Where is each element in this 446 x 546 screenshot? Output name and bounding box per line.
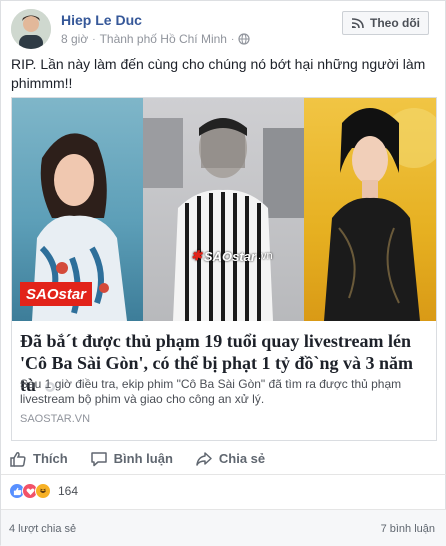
like-button[interactable]: Thích: [9, 450, 68, 468]
image-panel-middle: ✱ SAOstar .vn: [143, 98, 304, 321]
saostar-logo-middle: ✱ SAOstar .vn: [191, 246, 273, 266]
post-location[interactable]: Thành phố Hồ Chí Minh: [100, 32, 227, 46]
follow-label: Theo dõi: [370, 16, 420, 30]
comment-label: Bình luận: [113, 451, 173, 466]
share-icon: [196, 451, 212, 466]
reactions-summary[interactable]: 164: [9, 483, 78, 499]
star-icon: ✱: [191, 248, 202, 263]
follow-button[interactable]: Theo dõi: [342, 11, 429, 35]
image-panel-left: SAOstar: [12, 98, 143, 321]
author-avatar[interactable]: [11, 9, 51, 49]
globe-icon: [238, 33, 250, 45]
link-domain: SAOSTAR.VN: [20, 413, 91, 425]
comment-icon: [90, 451, 107, 466]
link-image[interactable]: SAOstar ✱ SAOstar .vn: [12, 98, 436, 321]
link-description: Sau 1 giờ điều tra, ekip phim "Cô Ba Sài…: [20, 377, 402, 406]
saostar-logo-left: SAOstar: [20, 282, 93, 306]
post-text: RIP. Lần này làm đến cùng cho chúng nó b…: [11, 56, 426, 91]
like-label: Thích: [33, 451, 68, 466]
post-meta: 8 giờ · Thành phố Hồ Chí Minh ·: [61, 32, 250, 46]
meta-separator: ·: [92, 33, 96, 45]
post-time[interactable]: 8 giờ: [61, 32, 88, 46]
share-button[interactable]: Chia sẻ: [195, 450, 265, 468]
link-preview[interactable]: SAOstar ✱ SAOstar .vn Đã bắ´t được thủ p…: [11, 97, 437, 441]
comment-count[interactable]: 7 bình luận: [381, 523, 435, 535]
author-name[interactable]: Hiep Le Duc: [61, 12, 142, 28]
comment-button[interactable]: Bình luận: [90, 450, 173, 468]
action-bar: Thích Bình luận Chia sẻ: [1, 443, 446, 475]
post-footer: 4 lượt chia sẻ 7 bình luận: [1, 509, 446, 546]
share-label: Chia sẻ: [218, 451, 266, 466]
image-panel-right: [304, 98, 436, 321]
rss-icon: [351, 18, 364, 29]
haha-icon: [35, 483, 51, 499]
thumbs-up-icon: [10, 451, 26, 467]
post-card: Hiep Le Duc 8 giờ · Thành phố Hồ Chí Min…: [0, 0, 446, 546]
reaction-count: 164: [58, 484, 79, 498]
saostar-logo-suffix: .vn: [257, 250, 273, 262]
meta-separator-2: ·: [230, 33, 235, 45]
share-count[interactable]: 4 lượt chia sẻ: [9, 523, 76, 535]
post-header: Hiep Le Duc 8 giờ · Thành phố Hồ Chí Min…: [11, 9, 437, 49]
saostar-logo-text: SAOstar: [203, 248, 256, 264]
